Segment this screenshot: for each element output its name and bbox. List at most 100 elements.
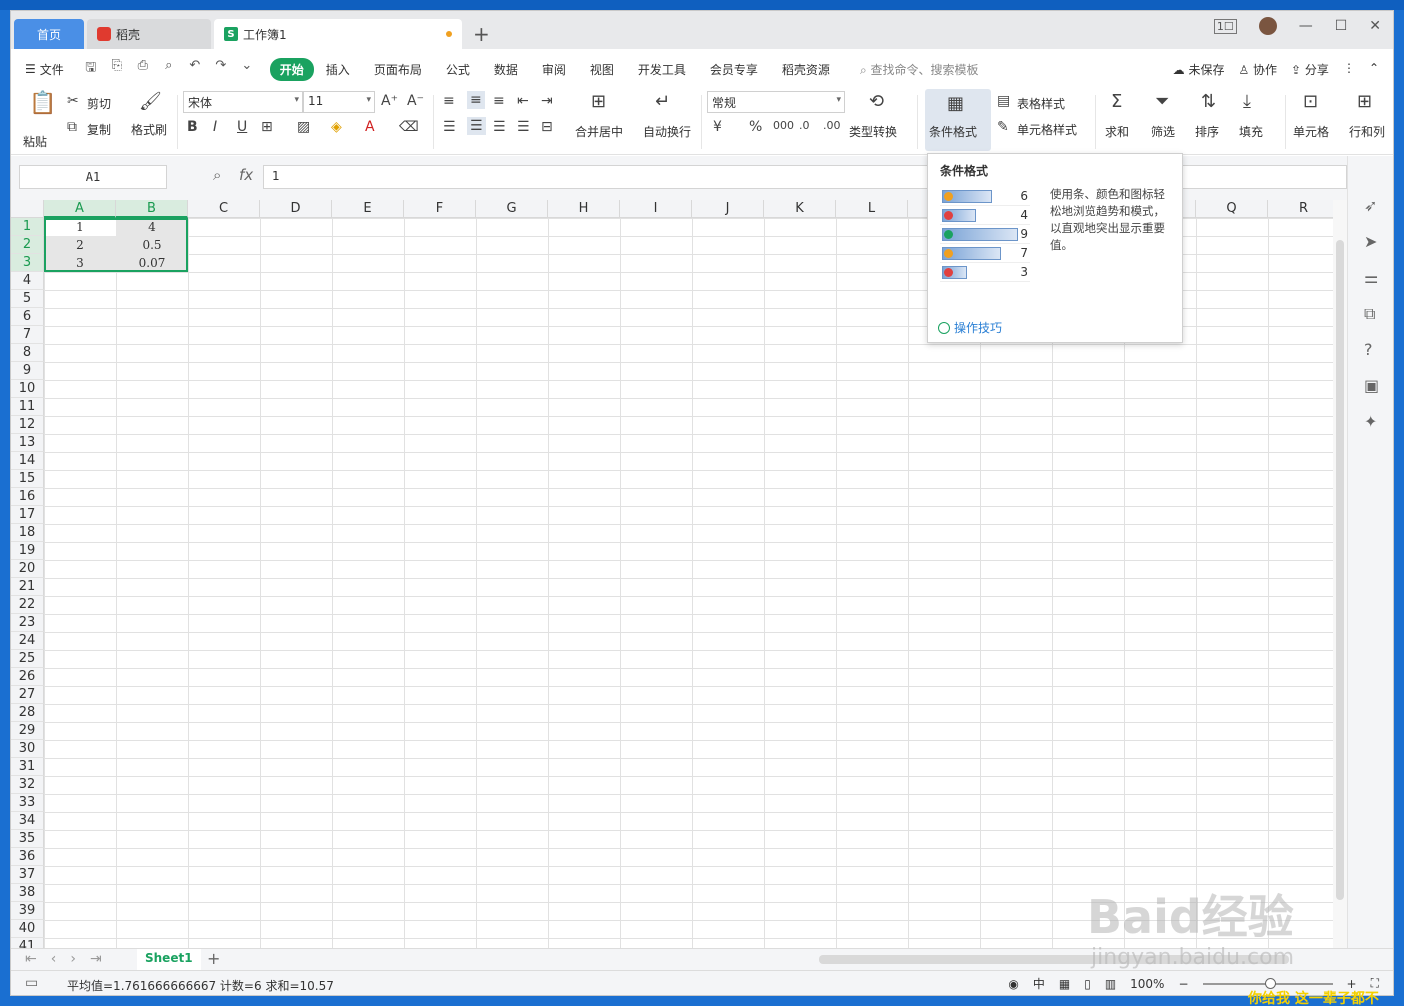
rocket-icon[interactable]: ➶ bbox=[1364, 196, 1377, 215]
thousands-icon[interactable]: 000 bbox=[773, 119, 794, 132]
tab-docer-resources[interactable]: 稻壳资源 bbox=[770, 61, 842, 78]
add-sheet-button[interactable]: + bbox=[207, 949, 220, 968]
font-size-select[interactable]: 11 ▾ bbox=[303, 91, 375, 113]
row-header-24[interactable]: 24 bbox=[11, 632, 44, 650]
collapse-ribbon-icon[interactable]: ⌃ bbox=[1369, 61, 1379, 78]
formula-input[interactable]: 1 bbox=[263, 165, 1347, 189]
avatar[interactable] bbox=[1258, 17, 1277, 35]
row-header-13[interactable]: 13 bbox=[11, 434, 44, 452]
row-header-12[interactable]: 12 bbox=[11, 416, 44, 434]
tab-page-layout[interactable]: 页面布局 bbox=[362, 61, 434, 78]
row-header-22[interactable]: 22 bbox=[11, 596, 44, 614]
sheet-tab-sheet1[interactable]: Sheet1 bbox=[137, 949, 201, 971]
file-menu[interactable]: ☰ 文件 bbox=[25, 61, 64, 78]
decrease-decimal-icon[interactable]: .00 bbox=[823, 119, 841, 132]
help-icon[interactable]: ? bbox=[1364, 340, 1373, 359]
column-header-E[interactable]: E bbox=[332, 200, 404, 218]
share-button[interactable]: ⇪ 分享 bbox=[1291, 61, 1329, 78]
merge-icon[interactable]: ⊞ bbox=[591, 91, 606, 112]
filter-icon[interactable]: ⏷ bbox=[1155, 91, 1169, 112]
page-break-view-icon[interactable]: ▥ bbox=[1105, 977, 1116, 991]
command-search[interactable]: ⌕ 查找命令、搜索模板 bbox=[860, 61, 979, 78]
row-header-41[interactable]: 41 bbox=[11, 938, 44, 948]
fill-icon[interactable]: ⤓ bbox=[1243, 91, 1251, 112]
currency-icon[interactable]: ¥ bbox=[713, 119, 722, 135]
row-header-21[interactable]: 21 bbox=[11, 578, 44, 596]
row-header-30[interactable]: 30 bbox=[11, 740, 44, 758]
preview-icon[interactable]: ⌕ bbox=[160, 58, 178, 80]
tab-view[interactable]: 视图 bbox=[578, 61, 626, 78]
align-center-icon[interactable]: ☰ bbox=[467, 117, 486, 135]
fill-color-icon[interactable]: ◈ bbox=[331, 119, 342, 135]
export-icon[interactable]: ⎘ bbox=[108, 58, 126, 80]
font-grow-icon[interactable]: A⁺ bbox=[381, 93, 398, 109]
row-header-6[interactable]: 6 bbox=[11, 308, 44, 326]
font-name-select[interactable]: 宋体 ▾ bbox=[183, 91, 303, 113]
merge-center-button[interactable]: 合并居中 bbox=[575, 123, 623, 140]
underline-icon[interactable]: U bbox=[237, 119, 247, 135]
align-right-icon[interactable]: ☰ bbox=[493, 119, 506, 135]
conditional-format-button[interactable]: ▦ 条件格式 bbox=[925, 89, 991, 151]
tab-start[interactable]: 开始 bbox=[269, 57, 314, 81]
row-header-19[interactable]: 19 bbox=[11, 542, 44, 560]
normal-view-icon[interactable]: ▦ bbox=[1059, 977, 1070, 991]
undo-icon[interactable]: ↶ bbox=[186, 58, 204, 80]
row-header-23[interactable]: 23 bbox=[11, 614, 44, 632]
cell-icon[interactable]: ⊡ bbox=[1303, 91, 1318, 112]
tab-data[interactable]: 数据 bbox=[482, 61, 530, 78]
last-sheet-icon[interactable]: ⇥ bbox=[90, 951, 102, 967]
justify-icon[interactable]: ☰ bbox=[517, 119, 530, 135]
border-icon[interactable]: ⊞ bbox=[261, 119, 273, 135]
fill-pattern-icon[interactable]: ▨ bbox=[297, 119, 310, 135]
wrap-text-button[interactable]: 自动换行 bbox=[643, 123, 691, 140]
row-header-3[interactable]: 3 bbox=[11, 254, 44, 272]
row-header-16[interactable]: 16 bbox=[11, 488, 44, 506]
layers-icon[interactable]: ⧉ bbox=[1364, 304, 1375, 324]
row-header-1[interactable]: 1 bbox=[11, 218, 44, 236]
column-header-G[interactable]: G bbox=[476, 200, 548, 218]
number-format-select[interactable]: 常规 ▾ bbox=[707, 91, 845, 113]
zoom-out-icon[interactable]: − bbox=[1178, 977, 1188, 991]
column-header-B[interactable]: B bbox=[116, 200, 188, 218]
column-header-I[interactable]: I bbox=[620, 200, 692, 218]
chevron-down-icon[interactable]: ⌄ bbox=[238, 58, 256, 80]
row-header-31[interactable]: 31 bbox=[11, 758, 44, 776]
zoom-level[interactable]: 100% bbox=[1130, 977, 1164, 991]
row-header-34[interactable]: 34 bbox=[11, 812, 44, 830]
sort-icon[interactable]: ⇅ bbox=[1201, 91, 1216, 112]
select-all-corner[interactable] bbox=[11, 200, 44, 218]
tab-review[interactable]: 审阅 bbox=[530, 61, 578, 78]
tab-insert[interactable]: 插入 bbox=[314, 61, 362, 78]
row-header-38[interactable]: 38 bbox=[11, 884, 44, 902]
copy-button[interactable]: 复制 bbox=[87, 121, 111, 138]
font-color-icon[interactable]: A bbox=[365, 119, 375, 135]
new-tab-button[interactable]: + bbox=[473, 22, 490, 46]
row-header-35[interactable]: 35 bbox=[11, 830, 44, 848]
sum-button[interactable]: 求和 bbox=[1105, 123, 1129, 140]
tab-developer[interactable]: 开发工具 bbox=[626, 61, 698, 78]
filter-button[interactable]: 筛选 bbox=[1151, 123, 1175, 140]
vertical-scrollbar[interactable] bbox=[1333, 200, 1347, 948]
row-header-26[interactable]: 26 bbox=[11, 668, 44, 686]
column-header-K[interactable]: K bbox=[764, 200, 836, 218]
rowcol-button[interactable]: 行和列 bbox=[1349, 123, 1385, 140]
table-style-button[interactable]: 表格样式 bbox=[1017, 95, 1065, 112]
zoom-search-icon[interactable]: ⌕ bbox=[213, 166, 221, 184]
row-header-4[interactable]: 4 bbox=[11, 272, 44, 290]
image-icon[interactable]: ▣ bbox=[1364, 376, 1379, 395]
format-painter-button[interactable]: 格式刷 bbox=[131, 121, 167, 138]
vertical-scroll-thumb[interactable] bbox=[1336, 240, 1344, 900]
next-sheet-icon[interactable]: › bbox=[70, 951, 76, 967]
row-header-33[interactable]: 33 bbox=[11, 794, 44, 812]
more-icon[interactable]: ⋮ bbox=[1343, 61, 1355, 78]
column-header-L[interactable]: L bbox=[836, 200, 908, 218]
align-left-icon[interactable]: ☰ bbox=[443, 119, 456, 135]
eye-protect-icon[interactable]: ◉ bbox=[1008, 977, 1018, 991]
column-header-J[interactable]: J bbox=[692, 200, 764, 218]
row-header-40[interactable]: 40 bbox=[11, 920, 44, 938]
minimize-button[interactable]: — bbox=[1299, 18, 1313, 34]
row-header-2[interactable]: 2 bbox=[11, 236, 44, 254]
paste-button[interactable]: 粘贴 bbox=[23, 133, 47, 150]
row-header-5[interactable]: 5 bbox=[11, 290, 44, 308]
column-header-D[interactable]: D bbox=[260, 200, 332, 218]
